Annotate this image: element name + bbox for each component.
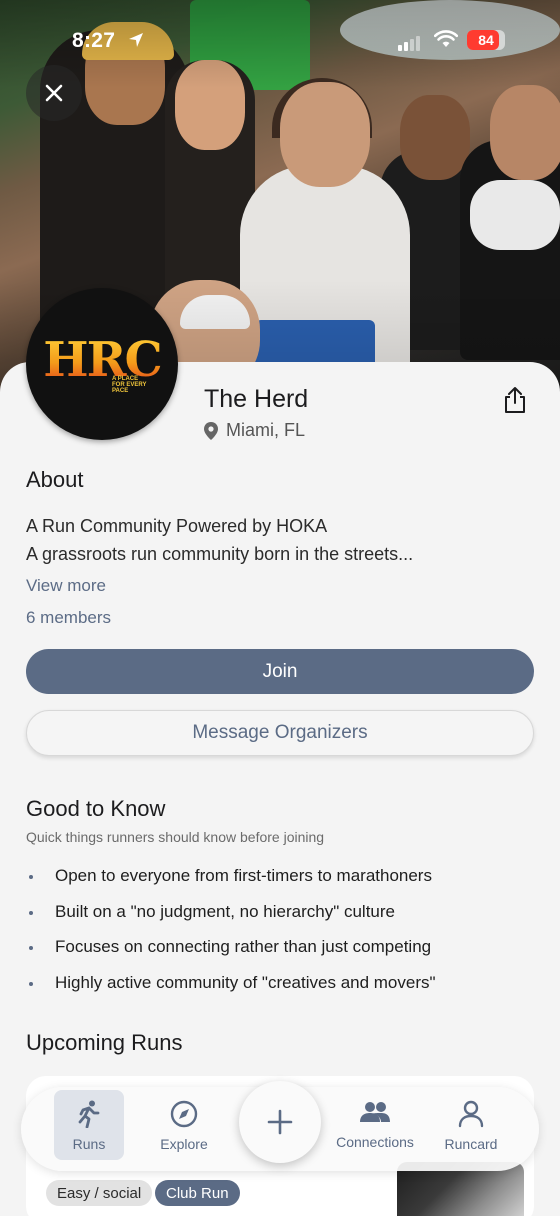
about-description: A Run Community Powered by HOKA A grassr… [26,512,413,568]
cellular-signal-icon [398,33,422,51]
club-name: The Herd [204,385,309,413]
tab-explore[interactable]: Explore [139,1090,229,1160]
run-tag-easy-social: Easy / social [46,1180,153,1206]
people-icon [360,1102,390,1122]
location-services-icon [129,33,143,47]
wifi-icon [434,30,458,47]
tab-runcard[interactable]: Runcard [426,1090,516,1160]
tab-runs[interactable]: Runs [54,1090,124,1160]
join-button[interactable]: Join [26,649,534,694]
share-icon[interactable] [502,386,528,414]
club-location-text: Miami, FL [226,420,306,440]
tab-runs-label: Runs [72,1136,106,1152]
location-pin-icon [204,421,218,440]
list-item: Built on a "no judgment, no hierarchy" c… [26,898,536,934]
tab-explore-label: Explore [160,1136,208,1152]
good-to-know-heading: Good to Know [26,796,166,821]
good-to-know-list: Open to everyone from first-timers to ma… [26,862,536,1004]
club-location: Miami, FL [204,420,305,441]
status-bar: 8:27 84 [0,24,560,60]
tab-connections[interactable]: Connections [330,1090,420,1160]
run-tag-club-run: Club Run [155,1180,240,1206]
close-button[interactable] [26,65,82,121]
view-more-link[interactable]: View more [26,576,106,596]
battery-percent: 84 [478,32,494,48]
status-time: 8:27 [72,29,116,52]
good-to-know-subtitle: Quick things runners should know before … [26,829,325,845]
tab-connections-label: Connections [336,1134,414,1150]
person-icon [458,1100,484,1128]
battery-indicator: 84 [467,30,505,50]
members-link[interactable]: 6 members [26,608,111,628]
about-line-1: A Run Community Powered by HOKA [26,516,328,536]
list-item: Focuses on connecting rather than just c… [26,933,536,969]
compass-icon [170,1100,198,1128]
tab-runcard-label: Runcard [444,1136,498,1152]
list-item: Highly active community of "creatives an… [26,969,536,1005]
upcoming-runs-heading: Upcoming Runs [26,1030,183,1055]
about-line-2: A grassroots run community born in the s… [26,544,414,564]
list-item: Open to everyone from first-timers to ma… [26,862,536,898]
club-logo-tagline: A PLACE FOR EVERY PACE [112,376,147,394]
add-button[interactable] [239,1081,321,1163]
message-organizers-button[interactable]: Message Organizers [26,710,534,756]
plus-icon [267,1109,293,1135]
close-icon [45,84,63,102]
runner-icon [78,1100,100,1128]
club-logo: HRC A PLACE FOR EVERY PACE [26,288,178,440]
about-heading: About [26,467,84,492]
